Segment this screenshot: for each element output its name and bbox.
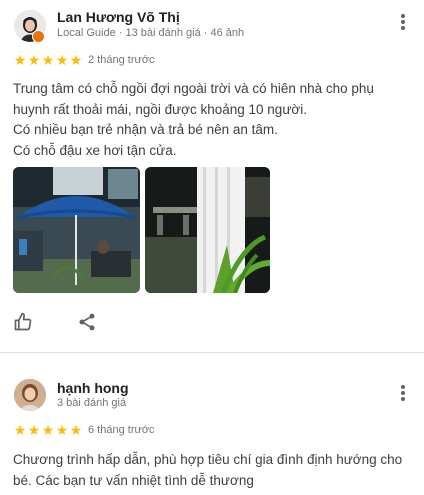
review-text-line: Có nhiều bạn trẻ nhận và trả bé nên an t… [13,122,278,137]
star-icon: ★ [27,422,41,438]
star-icon: ★ [41,422,55,438]
review-card: Lan Hương Võ Thị Local Guide · 13 bài đá… [0,0,424,352]
star-icon: ★ [41,52,55,68]
star-icon: ★ [13,422,27,438]
reviewer-name[interactable]: Lan Hương Võ Thị [57,9,180,25]
star-icon: ★ [69,52,83,68]
review-photo[interactable] [13,167,140,293]
reviewer-meta: 3 bài đánh giá [57,397,127,409]
review-text: Chương trình hấp dẫn, phù hợp tiêu chí g… [13,450,413,491]
review-divider [0,352,424,353]
review-text-line: Trung tâm có chỗ ngồi đợi ngoài trời và … [13,81,374,96]
review-text: Trung tâm có chỗ ngồi đợi ngoài trời và … [13,79,413,161]
star-icon: ★ [55,52,69,68]
review-text-line: Chương trình hấp dẫn, phù hợp tiêu chí g… [13,452,403,467]
review-time: 6 tháng trước [88,424,155,436]
review-text-line: huynh rất thoải mái, ngồi được khoảng 10… [13,101,307,117]
reviewer-name[interactable]: hạnh hong [57,380,129,396]
more-options-icon[interactable] [396,384,410,404]
star-rating: ★ ★ ★ ★ ★ [13,423,83,437]
star-rating: ★ ★ ★ ★ ★ [13,53,83,67]
review-text-line: bé. Các bạn tư vấn nhiệt tình dễ thương [13,472,254,488]
review-time: 2 tháng trước [88,54,155,66]
review-card: hạnh hong 3 bài đánh giá ★ ★ ★ ★ ★ 6 thá… [0,366,424,495]
star-icon: ★ [27,52,41,68]
share-icon[interactable] [77,312,97,332]
star-icon: ★ [55,422,69,438]
review-text-line: Có chỗ đậu xe hơi tận cửa. [13,142,177,158]
reviewer-avatar[interactable] [14,379,46,411]
reviewer-meta: Local Guide · 13 bài đánh giá · 46 ảnh [57,27,245,39]
star-icon: ★ [13,52,27,68]
more-options-icon[interactable] [396,13,410,33]
review-photo[interactable] [145,167,270,293]
star-icon: ★ [69,422,83,438]
local-guide-badge-icon [32,30,45,43]
thumb-up-icon[interactable] [13,312,33,332]
